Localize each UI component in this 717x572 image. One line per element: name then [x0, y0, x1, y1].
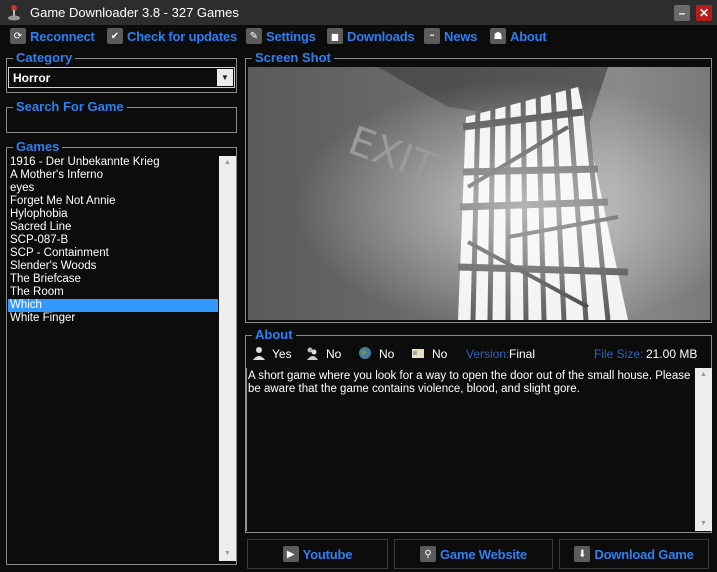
settings-button[interactable]: ✎ Settings: [246, 27, 316, 45]
youtube-label: Youtube: [302, 546, 353, 562]
screenshot-title: Screen Shot: [252, 51, 334, 65]
description-text: A short game where you look for a way to…: [248, 370, 691, 395]
globe-icon: [359, 347, 371, 359]
news-label: News: [444, 28, 478, 44]
game-list-item[interactable]: White Finger: [8, 312, 218, 325]
news-button[interactable]: ▪▪ News: [424, 27, 477, 45]
joystick-icon: [8, 5, 20, 21]
about-info-row: Yes No No No Version: Final File Size: 2…: [252, 346, 712, 362]
multiplayer-value: No: [326, 347, 342, 361]
games-scrollbar[interactable]: ▲ ▼: [219, 156, 236, 561]
game-list-item[interactable]: eyes: [8, 182, 218, 195]
singleplayer-icon: [253, 347, 265, 360]
version-value: Final: [509, 347, 536, 361]
scroll-up-icon[interactable]: ▲: [219, 156, 236, 170]
license-value: No: [432, 347, 448, 361]
youtube-button[interactable]: ▶ Youtube: [247, 539, 388, 569]
category-title: Category: [13, 51, 76, 65]
search-group: Search For Game: [6, 100, 237, 133]
reconnect-label: Reconnect: [30, 28, 95, 44]
online-value: No: [379, 347, 395, 361]
filesize-label: File Size:: [594, 347, 644, 361]
about-label: About: [510, 28, 547, 44]
refresh-icon: ⟳: [10, 28, 26, 44]
close-button[interactable]: ✕: [696, 5, 712, 21]
screenshot-image: EXIT: [248, 67, 710, 320]
description-box[interactable]: A short game where you look for a way to…: [246, 368, 712, 531]
window-title: Game Downloader 3.8 - 327 Games: [30, 5, 239, 20]
games-list[interactable]: 1916 - Der Unbekannte Krieg A Mother's In…: [8, 156, 236, 561]
download-game-button[interactable]: ⬇ Download Game: [559, 539, 709, 569]
toolbar: ⟳ Reconnect ✔ Check for updates ✎ Settin…: [0, 25, 717, 47]
check-updates-label: Check for updates: [127, 28, 238, 44]
category-dropdown[interactable]: Horror ▼: [8, 67, 235, 88]
game-website-button[interactable]: ⚲ Game Website: [394, 539, 553, 569]
license-card-icon: [412, 349, 424, 358]
checkmark-icon: ✔: [107, 28, 123, 44]
minimize-icon: –: [678, 6, 686, 20]
chat-bubble-icon: ▪▪: [424, 28, 440, 44]
scroll-up-icon[interactable]: ▲: [695, 368, 712, 382]
game-list-item[interactable]: The Room: [8, 286, 218, 299]
search-title: Search For Game: [13, 100, 127, 114]
user-icon: ☗: [490, 28, 506, 44]
game-list-item[interactable]: A Mother's Inferno: [8, 169, 218, 182]
reconnect-button[interactable]: ⟳ Reconnect: [10, 27, 95, 45]
multiplayer-icon: [307, 347, 318, 360]
scroll-down-icon[interactable]: ▼: [219, 547, 236, 561]
about-button[interactable]: ☗ About: [490, 27, 547, 45]
chevron-down-icon[interactable]: ▼: [217, 69, 233, 86]
game-list-item[interactable]: SCP - Containment: [8, 247, 218, 260]
singleplayer-value: Yes: [272, 347, 292, 361]
settings-label: Settings: [266, 28, 316, 44]
description-scrollbar[interactable]: ▲ ▼: [695, 368, 712, 531]
title-bar: Game Downloader 3.8 - 327 Games – ✕: [0, 0, 717, 25]
close-icon: ✕: [698, 6, 710, 20]
filesize-value: 21.00 MB: [646, 347, 698, 361]
downloads-button[interactable]: ▆ Downloads: [327, 27, 415, 45]
download-arrow-icon: ⬇: [574, 546, 591, 562]
search-input[interactable]: [11, 114, 231, 128]
game-list-item[interactable]: Sacred Line: [8, 221, 218, 234]
game-list-item[interactable]: The Briefcase: [8, 273, 218, 286]
scroll-down-icon[interactable]: ▼: [695, 517, 712, 531]
check-updates-button[interactable]: ✔ Check for updates: [107, 27, 237, 45]
game-list-item[interactable]: Which: [8, 299, 218, 312]
game-list-item[interactable]: Forget Me Not Annie: [8, 195, 218, 208]
version-label: Version:: [466, 347, 510, 361]
game-list-item[interactable]: Hylophobia: [8, 208, 218, 221]
play-icon: ▶: [282, 546, 299, 562]
download-game-label: Download Game: [594, 546, 694, 562]
minimize-button[interactable]: –: [674, 5, 690, 21]
games-title: Games: [13, 140, 63, 154]
game-screenshot: EXIT: [248, 67, 710, 320]
category-selected: Horror: [13, 71, 51, 85]
game-list-item[interactable]: 1916 - Der Unbekannte Krieg: [8, 156, 218, 169]
about-title: About: [252, 328, 296, 342]
downloads-label: Downloads: [347, 28, 415, 44]
game-list-item[interactable]: SCP-087-B: [8, 234, 218, 247]
folder-icon: ▆: [327, 28, 343, 44]
game-website-label: Game Website: [440, 546, 527, 562]
wrench-icon: ✎: [246, 28, 262, 44]
magnifier-icon: ⚲: [420, 546, 437, 562]
game-list-item[interactable]: Slender's Woods: [8, 260, 218, 273]
